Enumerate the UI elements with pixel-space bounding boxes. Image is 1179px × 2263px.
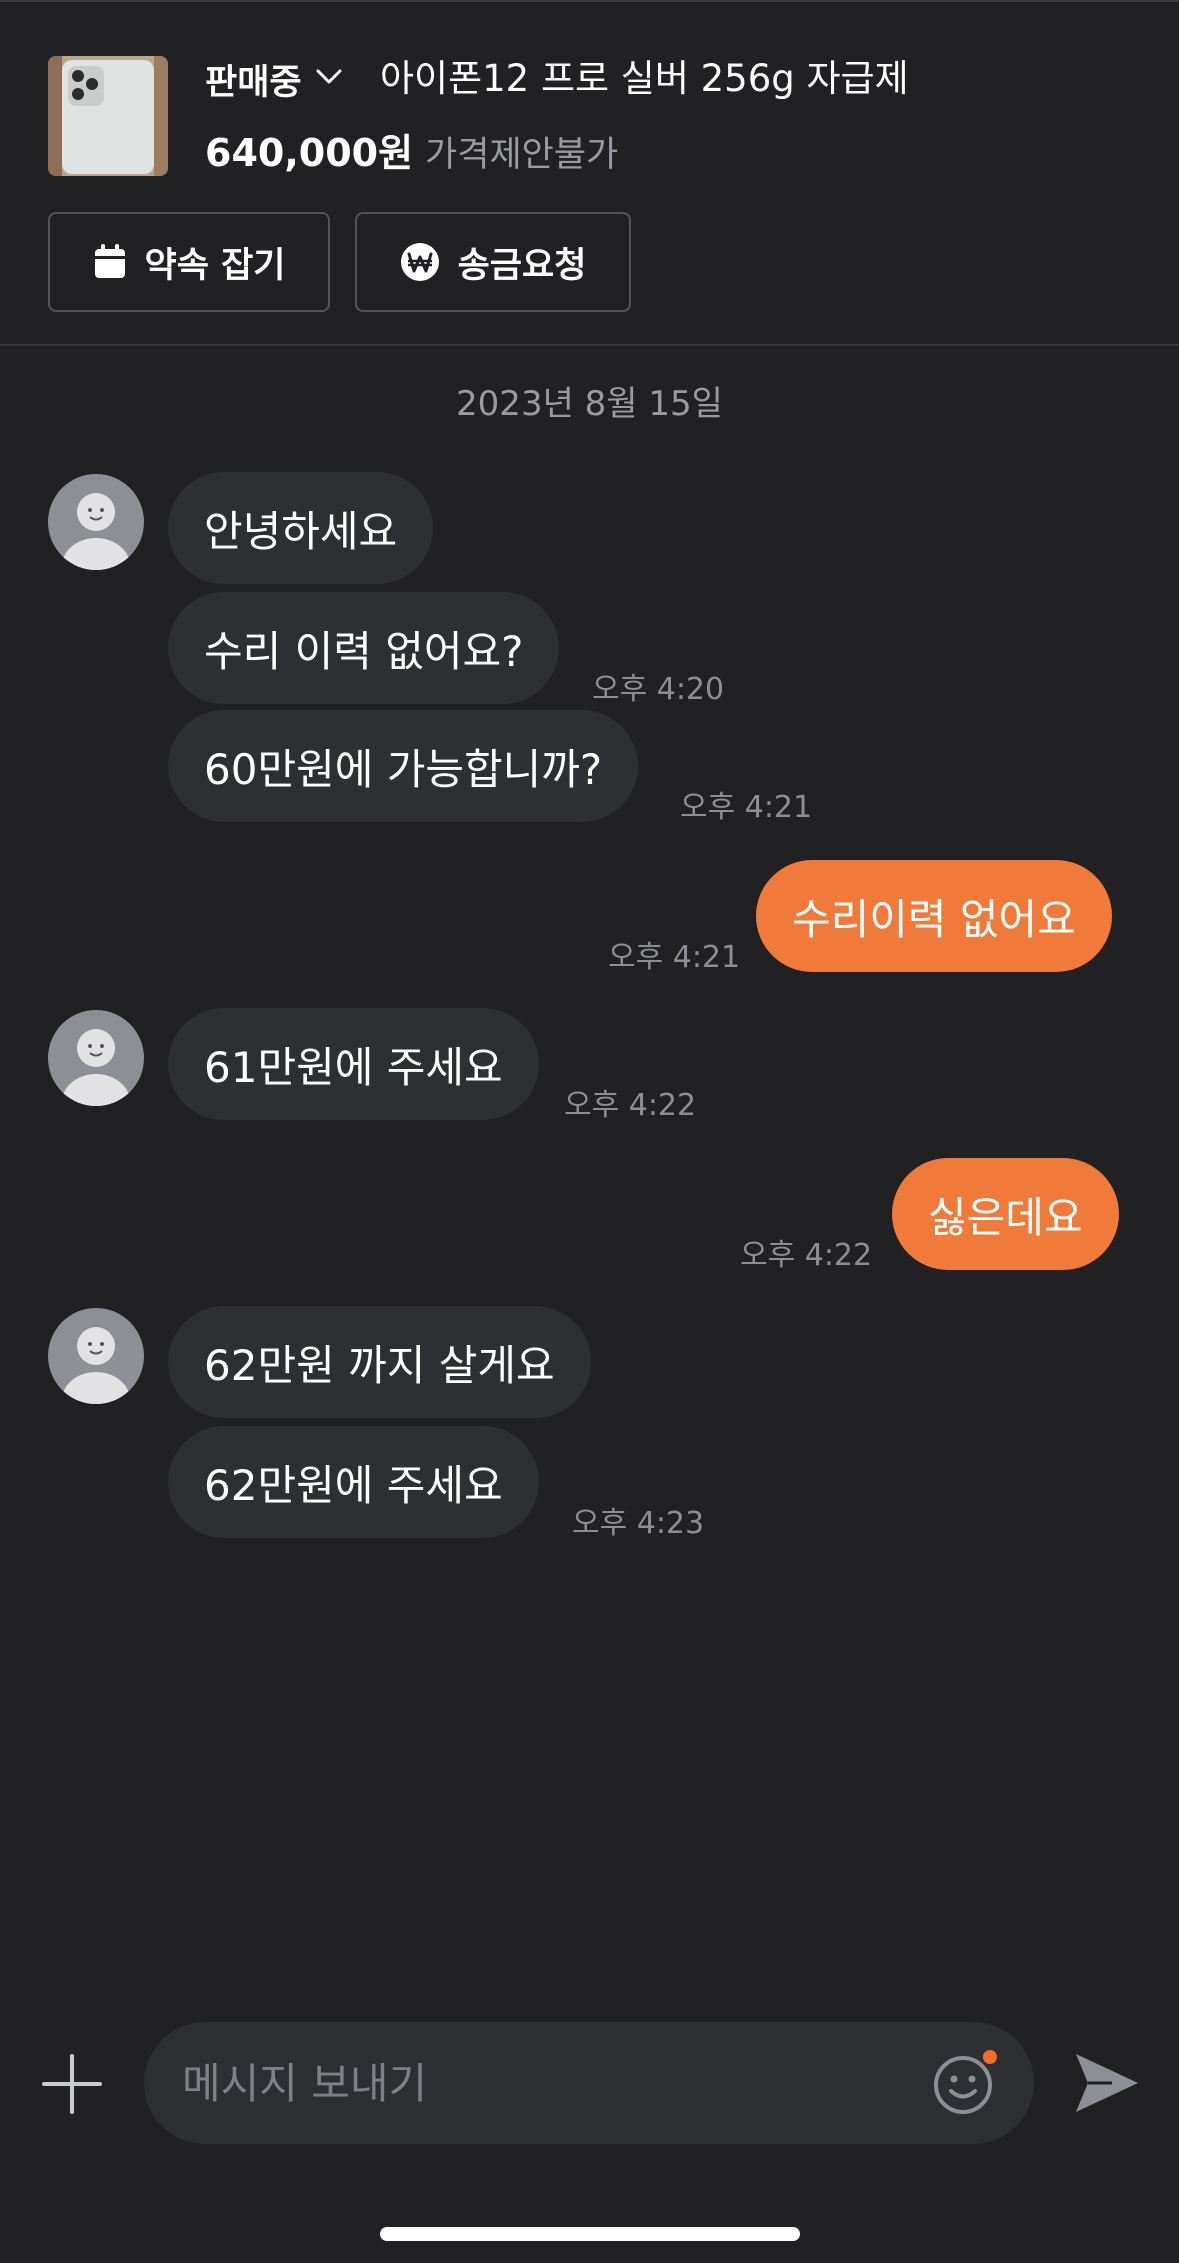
product-price: 640,000원 [205,131,414,175]
product-thumbnail[interactable] [48,56,168,176]
message-bubble-incoming: 안녕하세요 [168,472,434,584]
price-row: 640,000원 가격제안불가 [205,122,618,175]
message-input-container [144,2022,1034,2144]
sale-status-dropdown[interactable]: 판매중 [205,54,342,104]
message-bubble-incoming: 수리 이력 없어요? [168,592,560,704]
message-bubble-incoming: 60만원에 가능합니까? [168,710,639,822]
message-bubble-incoming: 61만원에 주세요 [168,1008,539,1120]
money-request-button-label: 송금요청 [457,245,587,286]
price-note: 가격제안불가 [425,135,619,175]
calendar-icon [93,244,127,280]
appointment-button-label: 약속 잡기 [144,245,286,286]
product-header: 판매중 아이폰12 프로 실버 256g 자급제 640,000원 가격제안불가… [0,0,1179,346]
message-time: 오후 4:21 [680,790,813,825]
message-time: 오후 4:22 [740,1238,873,1273]
home-indicator [380,2227,800,2241]
message-bubble-outgoing: 싫은데요 [892,1158,1119,1270]
avatar[interactable] [48,1010,144,1106]
avatar[interactable] [48,474,144,570]
message-time: 오후 4:21 [608,940,741,975]
message-time: 오후 4:23 [572,1506,705,1541]
sale-status-label: 판매중 [205,62,302,103]
won-icon [400,242,440,282]
message-bubble-outgoing: 수리이력 없어요 [756,860,1112,972]
chevron-down-icon [316,69,342,89]
message-time: 오후 4:22 [564,1088,697,1123]
avatar[interactable] [48,1308,144,1404]
product-title: 아이폰12 프로 실버 256g 자급제 [380,57,909,100]
chat-date-divider: 2023년 8월 15일 [456,384,723,424]
smiley-icon[interactable] [930,2048,1000,2118]
send-icon[interactable] [1072,2050,1140,2116]
appointment-button[interactable]: 약속 잡기 [48,212,330,312]
money-request-button[interactable]: 송금요청 [355,212,631,312]
message-bubble-incoming: 62만원에 주세요 [168,1426,539,1538]
message-time: 오후 4:20 [592,672,725,707]
message-input[interactable] [180,2057,904,2109]
message-bubble-incoming: 62만원 까지 살게요 [168,1306,591,1418]
plus-icon[interactable] [40,2052,104,2116]
